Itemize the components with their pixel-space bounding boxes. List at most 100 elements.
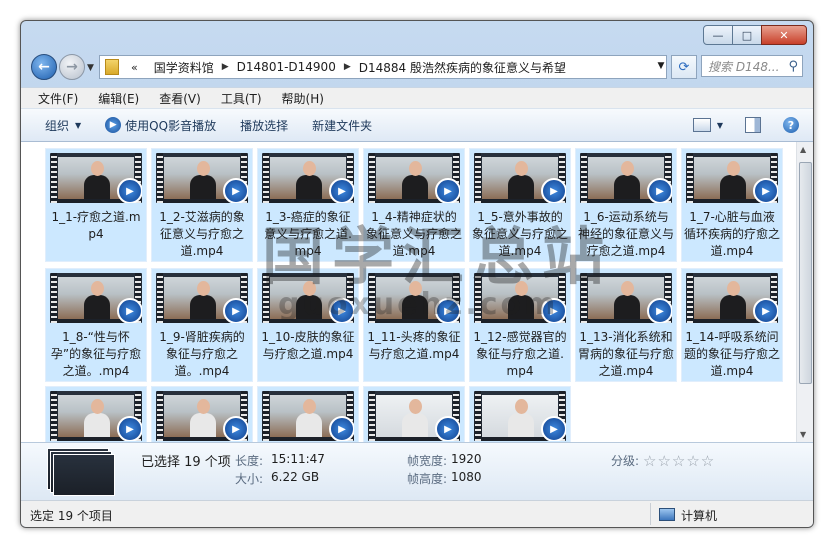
maximize-button[interactable]: □ [732,25,762,45]
video-thumbnail: ▶ [474,153,566,203]
frame-height-label: 帧高度: [407,472,448,486]
qq-player-icon: ▶ [329,298,354,323]
play-selection-button[interactable]: 播放选择 [240,117,288,134]
file-item[interactable]: ▶ [151,386,253,442]
length-label: 长度: [235,454,264,468]
view-options-icon[interactable] [692,118,711,132]
video-thumbnail: ▶ [580,153,672,203]
file-item[interactable]: ▶ 1_9-肾脏疾病的象征与疗愈之道。.mp4 [151,268,253,382]
qq-player-icon: ▶ [541,416,566,441]
file-list: ▶ 1_1-疗愈之道.mp4 ▶ 1_2-艾滋病的象征意义与疗愈之道.mp4 ▶ 1_3-… [21,142,813,442]
file-item[interactable]: ▶ [363,386,465,442]
file-name: 1_1-疗愈之道.mp4 [51,210,141,241]
file-item[interactable]: ▶ 1_1-疗愈之道.mp4 [45,148,147,262]
file-item[interactable]: ▶ 1_13-消化系统和胃病的象征与疗愈之道.mp4 [575,268,677,382]
scroll-up-icon[interactable]: ▲ [800,145,806,154]
length-value: 15:11:47 [271,452,325,466]
file-item[interactable]: ▶ 1_12-感觉器官的象征与疗愈之道.mp4 [469,268,571,382]
file-item[interactable]: ▶ [45,386,147,442]
vertical-scrollbar[interactable]: ▲ ▼ [796,142,813,442]
help-icon[interactable]: ? [783,117,799,133]
file-item[interactable]: ▶ [257,386,359,442]
video-thumbnail: ▶ [156,153,248,203]
frame-width-label: 帧宽度: [407,454,448,468]
forward-button[interactable]: → [59,54,85,80]
breadcrumb-item[interactable]: 国学资料馆 [154,59,214,76]
file-item[interactable]: ▶ [469,386,571,442]
play-qq-button[interactable]: ▶ 使用QQ影音播放 [105,117,216,134]
minimize-button[interactable]: — [703,25,733,45]
command-bar: 组织 ▼ ▶ 使用QQ影音播放 播放选择 新建文件夹 ▼ ? [21,108,813,142]
status-location: 计算机 [681,509,718,523]
close-button[interactable]: ✕ [761,25,807,45]
breadcrumb-item[interactable]: D14801-D14900 [237,60,336,74]
recent-pages-dropdown-icon[interactable]: ▼ [87,63,94,73]
qq-player-icon: ▶ [223,298,248,323]
explorer-window: — □ ✕ ← → ▼ « 国学资料馆 ▶ D14801-D14900 ▶ D1… [20,20,814,528]
video-thumbnail: ▶ [474,273,566,323]
video-thumbnail: ▶ [50,153,142,203]
preview-pane-icon[interactable] [745,117,761,133]
qq-player-icon: ▶ [117,416,142,441]
file-item[interactable]: ▶ 1_6-运动系统与神经的象征意义与疗愈之道.mp4 [575,148,677,262]
menu-file[interactable]: 文件(F) [38,90,78,107]
organize-label: 组织 [45,118,70,133]
video-thumbnail: ▶ [262,273,354,323]
breadcrumb-overflow[interactable]: « [131,61,138,74]
file-item[interactable]: ▶ 1_3-癌症的象征意义与疗愈之道.mp4 [257,148,359,262]
file-item[interactable]: ▶ 1_8-“性与怀孕”的象征与疗愈之道。.mp4 [45,268,147,382]
rating-label: 分级: [611,454,640,468]
video-thumbnail: ▶ [580,273,672,323]
video-thumbnail: ▶ [368,153,460,203]
menu-view[interactable]: 查看(V) [159,90,201,107]
qq-player-icon: ▶ [647,178,672,203]
scrollbar-thumb[interactable] [799,162,812,384]
video-thumbnail: ▶ [50,391,142,441]
menu-help[interactable]: 帮助(H) [282,90,324,107]
breadcrumb-separator-icon[interactable]: ▶ [222,62,229,72]
file-name: 1_14-呼吸系统问题的象征与疗愈之道.mp4 [684,330,781,378]
file-name: 1_4-精神症状的象征意义与疗愈之道.mp4 [366,210,463,258]
frame-height-value: 1080 [451,470,482,484]
file-item[interactable]: ▶ 1_7-心脏与血液循环疾病的疗愈之道.mp4 [681,148,783,262]
menu-bar: 文件(F) 编辑(E) 查看(V) 工具(T) 帮助(H) [21,87,813,108]
selection-count: 已选择 19 个项 [141,455,231,470]
qq-player-icon: ▶ [541,298,566,323]
file-name: 1_11-头疼的象征与疗愈之道.mp4 [367,330,461,361]
breadcrumb-item[interactable]: D14884 殷浩然疾病的象征意义与希望 [359,59,566,76]
size-value: 6.22 GB [271,470,320,484]
navigation-bar: ← → ▼ « 国学资料馆 ▶ D14801-D14900 ▶ D14884 殷… [21,51,813,83]
address-bar[interactable]: « 国学资料馆 ▶ D14801-D14900 ▶ D14884 殷浩然疾病的象… [99,55,667,79]
file-name: 1_6-运动系统与神经的象征意义与疗愈之道.mp4 [578,210,675,258]
file-item[interactable]: ▶ 1_11-头疼的象征与疗愈之道.mp4 [363,268,465,382]
chevron-down-icon[interactable]: ▼ [717,121,723,130]
qq-player-icon: ▶ [223,178,248,203]
new-folder-button[interactable]: 新建文件夹 [312,117,372,134]
refresh-button[interactable]: ⟳ [671,55,697,79]
address-dropdown-icon[interactable]: ▼ [653,55,669,77]
search-icon[interactable]: ⚲ [788,59,798,74]
size-label: 大小: [235,472,264,486]
file-item[interactable]: ▶ 1_4-精神症状的象征意义与疗愈之道.mp4 [363,148,465,262]
organize-button[interactable]: 组织 ▼ [45,117,81,134]
breadcrumb-separator-icon[interactable]: ▶ [344,62,351,72]
status-bar: 选定 19 个项目 计算机 [21,500,813,527]
status-divider [650,503,651,525]
qq-player-icon: ▶ [435,416,460,441]
file-item[interactable]: ▶ 1_2-艾滋病的象征意义与疗愈之道.mp4 [151,148,253,262]
menu-tools[interactable]: 工具(T) [221,90,262,107]
file-item[interactable]: ▶ 1_5-意外事故的象征意义与疗愈之道.mp4 [469,148,571,262]
file-item[interactable]: ▶ 1_14-呼吸系统问题的象征与疗愈之道.mp4 [681,268,783,382]
video-thumbnail: ▶ [156,391,248,441]
menu-edit[interactable]: 编辑(E) [98,90,139,107]
qq-player-icon: ▶ [329,178,354,203]
search-placeholder: 搜索 D148... [708,59,780,74]
file-item[interactable]: ▶ 1_10-皮肤的象征与疗愈之道.mp4 [257,268,359,382]
search-input[interactable]: 搜索 D148... ⚲ [701,55,803,77]
rating-stars[interactable]: ☆☆☆☆☆ [643,452,715,470]
file-name: 1_13-消化系统和胃病的象征与疗愈之道.mp4 [578,330,675,378]
scroll-down-icon[interactable]: ▼ [800,430,806,439]
back-button[interactable]: ← [31,54,57,80]
video-thumbnail: ▶ [474,391,566,441]
file-name: 1_7-心脏与血液循环疾病的疗愈之道.mp4 [684,210,781,258]
